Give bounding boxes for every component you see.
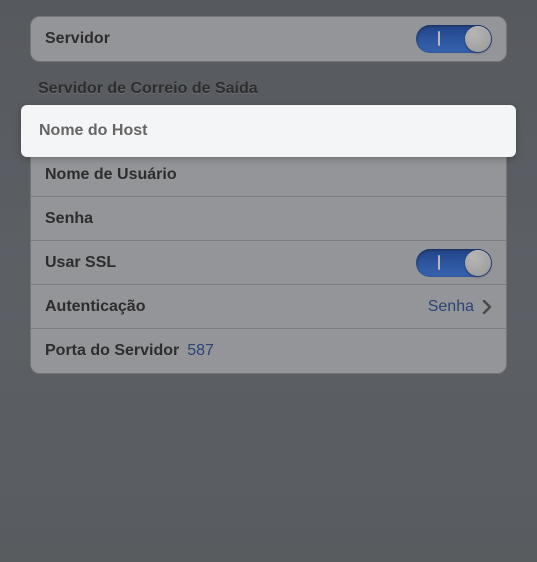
auth-row[interactable]: Autenticação Senha: [31, 285, 506, 329]
server-toggle[interactable]: [416, 25, 492, 53]
server-group: Servidor: [30, 16, 507, 62]
username-label: Nome de Usuário: [45, 166, 177, 184]
ssl-label: Usar SSL: [45, 254, 116, 272]
port-row[interactable]: Porta do Servidor 587: [31, 329, 506, 373]
chevron-right-icon: [482, 300, 492, 314]
port-value: 587: [187, 342, 214, 360]
ssl-toggle[interactable]: [416, 249, 492, 277]
server-label: Servidor: [45, 30, 110, 48]
ssl-row[interactable]: Usar SSL: [31, 241, 506, 285]
username-row[interactable]: Nome de Usuário: [31, 153, 506, 197]
password-label: Senha: [45, 210, 93, 228]
password-row[interactable]: Senha: [31, 197, 506, 241]
outgoing-header: Servidor de Correio de Saída: [30, 74, 507, 108]
auth-value: Senha: [428, 298, 474, 316]
server-row[interactable]: Servidor: [31, 17, 506, 61]
auth-label: Autenticação: [45, 298, 145, 316]
host-label-highlight: Nome do Host: [39, 122, 147, 140]
port-label: Porta do Servidor: [45, 342, 179, 360]
host-row-highlight[interactable]: Nome do Host: [21, 105, 516, 157]
